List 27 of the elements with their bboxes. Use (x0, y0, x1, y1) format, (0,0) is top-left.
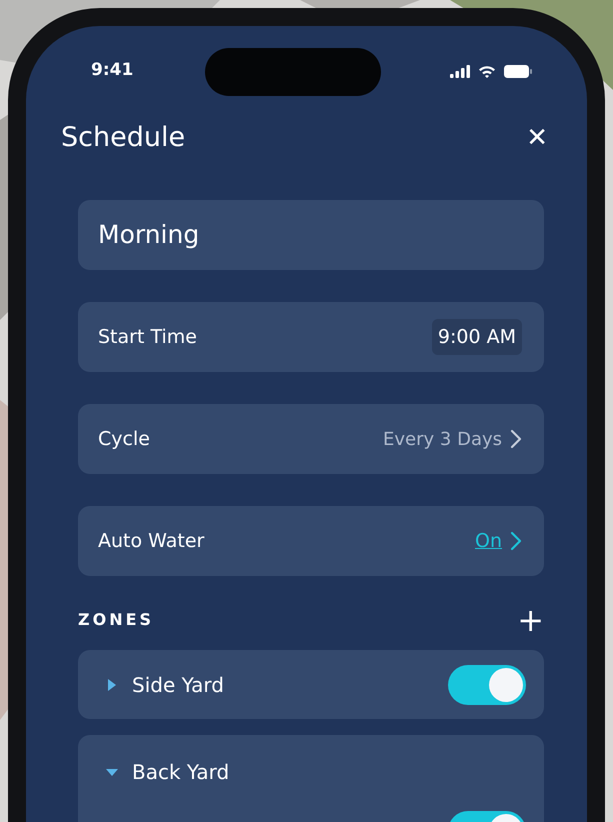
zone-name: Side Yard (132, 672, 224, 698)
close-button[interactable]: ✕ (522, 125, 552, 151)
screen-title: Schedule (61, 120, 186, 155)
zone-row[interactable]: Back Yard (78, 735, 544, 822)
name-field[interactable]: Morning (78, 200, 544, 270)
row-label: Auto Water (98, 528, 204, 554)
on-link[interactable]: On (475, 526, 502, 556)
name-input[interactable]: Morning (98, 216, 522, 254)
zone-name: Back Yard (132, 759, 230, 786)
status-time: 9:41 (91, 59, 134, 82)
settings-row[interactable]: Cycle Every 3 Days (78, 404, 544, 474)
caret-right-icon[interactable] (106, 678, 118, 692)
toggle-switch[interactable] (448, 664, 526, 704)
wifi-icon (478, 64, 496, 78)
chevron-right-icon (510, 531, 522, 551)
signal-icon (450, 64, 470, 78)
section-heading: ZONES (78, 609, 154, 631)
add-button[interactable]: + (517, 604, 544, 636)
settings-row[interactable]: Start Time 9:00 AM (78, 302, 544, 372)
chevron-right-icon (510, 429, 522, 449)
row-label: Start Time (98, 324, 197, 350)
row-label: Cycle (98, 426, 150, 452)
battery-icon (504, 64, 532, 78)
zone-row[interactable]: Side Yard (78, 650, 544, 719)
row-value: Every 3 Days (383, 428, 502, 452)
time-value[interactable]: 9:00 AM (432, 318, 522, 356)
settings-row[interactable]: Auto Water On (78, 506, 544, 576)
